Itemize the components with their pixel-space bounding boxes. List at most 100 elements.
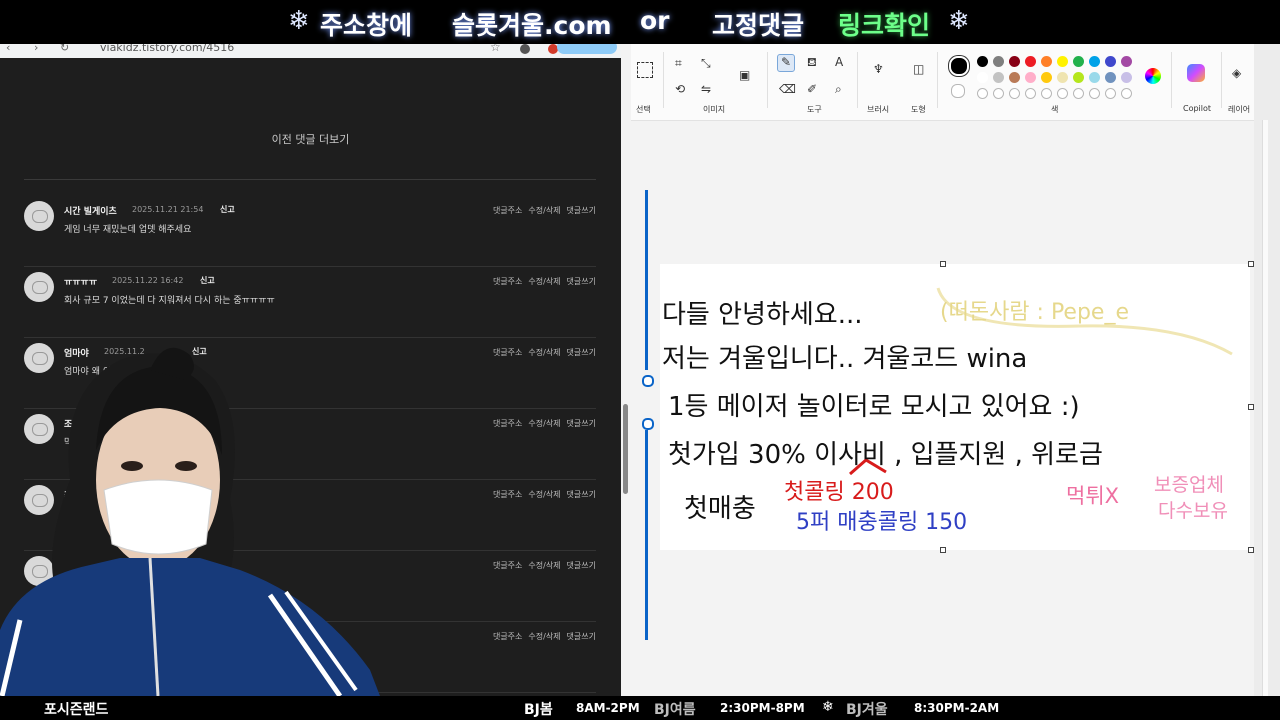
edit-delete-button[interactable]: 수정/삭제 bbox=[528, 277, 560, 286]
profile-button[interactable] bbox=[557, 44, 617, 54]
custom-color-slot[interactable] bbox=[1041, 88, 1052, 99]
custom-color-slot[interactable] bbox=[993, 88, 1004, 99]
shapes-icon[interactable]: ◫ bbox=[913, 62, 924, 76]
edit-delete-button[interactable]: 수정/삭제 bbox=[528, 561, 560, 570]
custom-color-slot[interactable] bbox=[1089, 88, 1100, 99]
primary-color-swatch[interactable] bbox=[949, 56, 969, 76]
palette-swatch[interactable] bbox=[993, 56, 1004, 67]
pencil-icon[interactable]: ✎ bbox=[777, 54, 795, 72]
reply-button[interactable]: 댓글쓰기 bbox=[567, 277, 596, 286]
paint-canvas[interactable]: 다들 안녕하세요... (떠돈사람 : Pepe_e 저는 겨울입니다.. 겨울… bbox=[660, 261, 1254, 553]
edit-delete-button[interactable]: 수정/삭제 bbox=[528, 348, 560, 357]
eraser-icon[interactable]: ⌫ bbox=[779, 82, 796, 96]
more-comments-link[interactable]: 이전 댓글 더보기 bbox=[0, 131, 621, 147]
copy-link-button[interactable]: 댓글주소 bbox=[493, 419, 522, 428]
copy-link-button[interactable]: 댓글주소 bbox=[493, 632, 522, 641]
select-icon[interactable] bbox=[637, 62, 653, 78]
group-label-copilot: Copilot bbox=[1183, 104, 1212, 113]
custom-color-slot[interactable] bbox=[1025, 88, 1036, 99]
copy-link-button[interactable]: 댓글주소 bbox=[493, 348, 522, 357]
slider-knob[interactable] bbox=[642, 418, 654, 430]
reply-button[interactable]: 댓글쓰기 bbox=[567, 348, 596, 357]
palette-swatch[interactable] bbox=[1121, 56, 1132, 67]
hw-line1: 다들 안녕하세요... bbox=[662, 300, 863, 330]
canvas-scrollbar[interactable] bbox=[1262, 120, 1268, 700]
comment-actions: 댓글주소 수정/삭제 댓글쓰기 bbox=[487, 205, 596, 216]
copy-link-button[interactable]: 댓글주소 bbox=[493, 490, 522, 499]
reply-button[interactable]: 댓글쓰기 bbox=[567, 632, 596, 641]
slider-track bbox=[645, 190, 648, 370]
edit-delete-button[interactable]: 수정/삭제 bbox=[528, 632, 560, 641]
palette-swatch[interactable] bbox=[1025, 72, 1036, 83]
divider bbox=[24, 179, 596, 180]
crop-icon[interactable]: ⌗ bbox=[675, 56, 682, 71]
reply-button[interactable]: 댓글쓰기 bbox=[567, 419, 596, 428]
palette-swatch[interactable] bbox=[1057, 56, 1068, 67]
layers-icon[interactable]: ◈ bbox=[1232, 66, 1241, 80]
brush-icon[interactable]: ♆ bbox=[873, 62, 884, 76]
custom-color-slot[interactable] bbox=[1121, 88, 1132, 99]
edit-delete-button[interactable]: 수정/삭제 bbox=[528, 206, 560, 215]
report-link[interactable]: 신고 bbox=[220, 204, 235, 215]
color-picker-icon[interactable]: ✐ bbox=[807, 82, 817, 96]
group-label-shape: 도형 bbox=[911, 105, 926, 114]
divider bbox=[937, 52, 938, 108]
reply-button[interactable]: 댓글쓰기 bbox=[567, 490, 596, 499]
rotate-icon[interactable]: ⟲ bbox=[675, 82, 685, 96]
copy-link-button[interactable]: 댓글주소 bbox=[493, 277, 522, 286]
palette-swatch[interactable] bbox=[977, 56, 988, 67]
palette-swatch[interactable] bbox=[1121, 72, 1132, 83]
address-bar[interactable]: ‹ › ↻ viakidz.tistory.com/4516 ☆ bbox=[0, 44, 621, 58]
palette-swatch[interactable] bbox=[1009, 56, 1020, 67]
custom-color-slot[interactable] bbox=[1105, 88, 1116, 99]
edit-delete-button[interactable]: 수정/삭제 bbox=[528, 490, 560, 499]
palette-swatch[interactable] bbox=[1057, 72, 1068, 83]
resize-icon[interactable]: ⤡ bbox=[701, 56, 711, 71]
slider-knob[interactable] bbox=[642, 375, 654, 387]
divider bbox=[1171, 52, 1172, 108]
report-link[interactable]: 신고 bbox=[200, 275, 215, 286]
copy-link-button[interactable]: 댓글주소 bbox=[493, 206, 522, 215]
custom-color-slot[interactable] bbox=[1073, 88, 1084, 99]
palette-swatch[interactable] bbox=[1009, 72, 1020, 83]
url-text[interactable]: viakidz.tistory.com/4516 bbox=[100, 44, 234, 54]
fill-icon[interactable]: ⛾ bbox=[807, 55, 817, 71]
edit-colors-icon[interactable] bbox=[1145, 68, 1161, 84]
banner-text-4: 고정댓글 bbox=[712, 11, 805, 40]
image-select-icon[interactable]: ▣ bbox=[739, 68, 750, 82]
custom-color-slot[interactable] bbox=[1057, 88, 1068, 99]
copy-link-button[interactable]: 댓글주소 bbox=[493, 561, 522, 570]
palette-swatch[interactable] bbox=[1105, 56, 1116, 67]
palette-swatch[interactable] bbox=[1089, 72, 1100, 83]
bj-name-3: BJ겨울 bbox=[846, 702, 888, 718]
magnifier-icon[interactable]: ⌕ bbox=[835, 82, 842, 97]
extension-icon[interactable] bbox=[520, 44, 530, 54]
palette-swatch[interactable] bbox=[1073, 56, 1084, 67]
custom-color-slot[interactable] bbox=[977, 88, 988, 99]
browser-scrollbar[interactable] bbox=[621, 44, 631, 696]
refresh-icon[interactable]: ↻ bbox=[60, 44, 69, 54]
zoom-slider[interactable] bbox=[640, 170, 654, 650]
bookmark-star-icon[interactable]: ☆ bbox=[490, 44, 501, 54]
palette-swatch[interactable] bbox=[1025, 56, 1036, 67]
hw-line5: 첫매충 bbox=[684, 494, 756, 524]
back-icon[interactable]: ‹ bbox=[6, 44, 10, 54]
edit-delete-button[interactable]: 수정/삭제 bbox=[528, 419, 560, 428]
palette-swatch[interactable] bbox=[977, 72, 988, 83]
palette-swatch[interactable] bbox=[1105, 72, 1116, 83]
reply-button[interactable]: 댓글쓰기 bbox=[567, 561, 596, 570]
palette-swatch[interactable] bbox=[1089, 56, 1100, 67]
copilot-icon[interactable] bbox=[1187, 64, 1205, 82]
reply-button[interactable]: 댓글쓰기 bbox=[567, 206, 596, 215]
hw-line3: 1등 메이저 놀이터로 모시고 있어요 :) bbox=[668, 392, 1080, 422]
palette-swatch[interactable] bbox=[1041, 56, 1052, 67]
text-icon[interactable]: A bbox=[835, 55, 843, 69]
palette-swatch[interactable] bbox=[1073, 72, 1084, 83]
forward-icon[interactable]: › bbox=[34, 44, 38, 54]
flip-icon[interactable]: ⇋ bbox=[701, 82, 711, 96]
scrollbar-thumb[interactable] bbox=[623, 404, 628, 494]
palette-swatch[interactable] bbox=[1041, 72, 1052, 83]
palette-swatch[interactable] bbox=[993, 72, 1004, 83]
custom-color-slot[interactable] bbox=[1009, 88, 1020, 99]
secondary-color-swatch[interactable] bbox=[951, 84, 965, 98]
